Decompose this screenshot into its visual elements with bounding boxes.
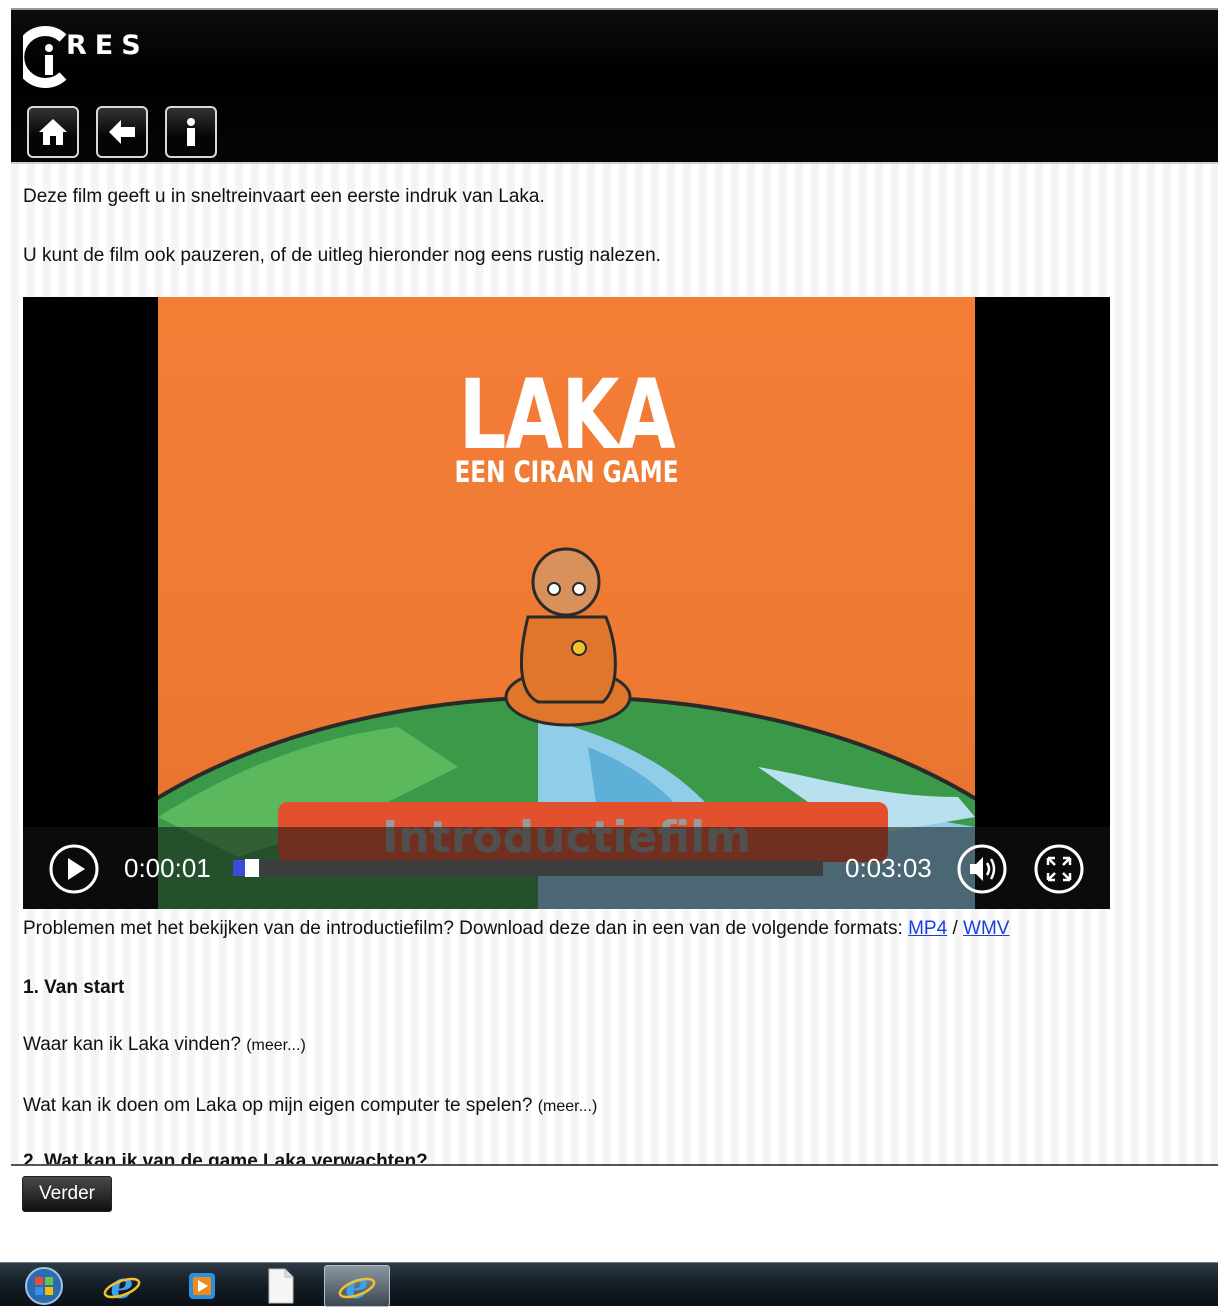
home-icon	[39, 119, 67, 145]
taskbar-media-player[interactable]	[172, 1265, 232, 1307]
content-area[interactable]: Deze film geeft u in sneltreinvaart een …	[11, 164, 1218, 1164]
section-heading-1: 1. Van start	[23, 977, 125, 998]
intro-line-1: Deze film geeft u in sneltreinvaart een …	[23, 186, 545, 207]
app-header: RES	[11, 8, 1218, 164]
volume-icon[interactable]	[956, 843, 1008, 895]
progress-bar[interactable]	[233, 859, 823, 877]
download-text: Problemen met het bekijken van de introd…	[23, 918, 909, 939]
logo-text: RES	[66, 30, 149, 61]
download-line: Problemen met het bekijken van de introd…	[23, 918, 1009, 940]
download-separator: /	[947, 918, 964, 939]
back-button[interactable]	[96, 106, 148, 158]
footer-bar: Verder	[11, 1164, 1218, 1262]
faq-question-2-more-link[interactable]: (meer...)	[538, 1098, 598, 1115]
svg-text:e: e	[346, 1266, 369, 1306]
taskbar: e e	[0, 1262, 1218, 1307]
media-player-icon	[189, 1273, 215, 1299]
info-button[interactable]	[165, 106, 217, 158]
faq-question-1: Waar kan ik Laka vinden? (meer...)	[23, 1034, 306, 1056]
taskbar-internet-explorer[interactable]: e	[92, 1265, 152, 1307]
faq-question-2-text: Wat kan ik doen om Laka op mijn eigen co…	[23, 1095, 533, 1116]
start-orb-icon	[25, 1267, 63, 1305]
window-top-edge	[0, 0, 1218, 8]
download-mp4-link[interactable]: MP4	[908, 918, 947, 939]
home-button[interactable]	[27, 106, 79, 158]
video-player[interactable]: LAKA EEN CIRAN GAME Introductiefilm	[23, 297, 1110, 909]
section-heading-2: 2. Wat kan ik van de game Laka verwachte…	[23, 1151, 428, 1164]
play-icon[interactable]	[48, 843, 100, 895]
fullscreen-icon[interactable]	[1033, 843, 1085, 895]
taskbar-internet-explorer-active[interactable]: e	[324, 1265, 390, 1307]
faq-question-2: Wat kan ik doen om Laka op mijn eigen co…	[23, 1095, 597, 1117]
duration: 0:03:03	[845, 853, 932, 883]
continue-button[interactable]: Verder	[22, 1176, 112, 1212]
document-icon	[268, 1268, 294, 1304]
arrow-left-icon	[109, 120, 135, 144]
cires-logo-icon	[23, 26, 67, 88]
progress-handle[interactable]	[245, 859, 259, 877]
start-button[interactable]	[14, 1265, 74, 1307]
info-icon	[187, 118, 195, 146]
taskbar-document[interactable]	[250, 1265, 310, 1307]
internet-explorer-icon: e	[103, 1266, 141, 1306]
svg-text:e: e	[111, 1266, 134, 1306]
faq-question-1-text: Waar kan ik Laka vinden?	[23, 1034, 241, 1055]
intro-line-2: U kunt de film ook pauzeren, of de uitle…	[23, 245, 661, 266]
current-time: 0:00:01	[124, 853, 211, 883]
faq-question-1-more-link[interactable]: (meer...)	[246, 1037, 306, 1054]
internet-explorer-icon: e	[338, 1266, 376, 1306]
video-frame[interactable]: LAKA EEN CIRAN GAME Introductiefilm	[158, 297, 975, 909]
download-wmv-link[interactable]: WMV	[963, 918, 1009, 939]
